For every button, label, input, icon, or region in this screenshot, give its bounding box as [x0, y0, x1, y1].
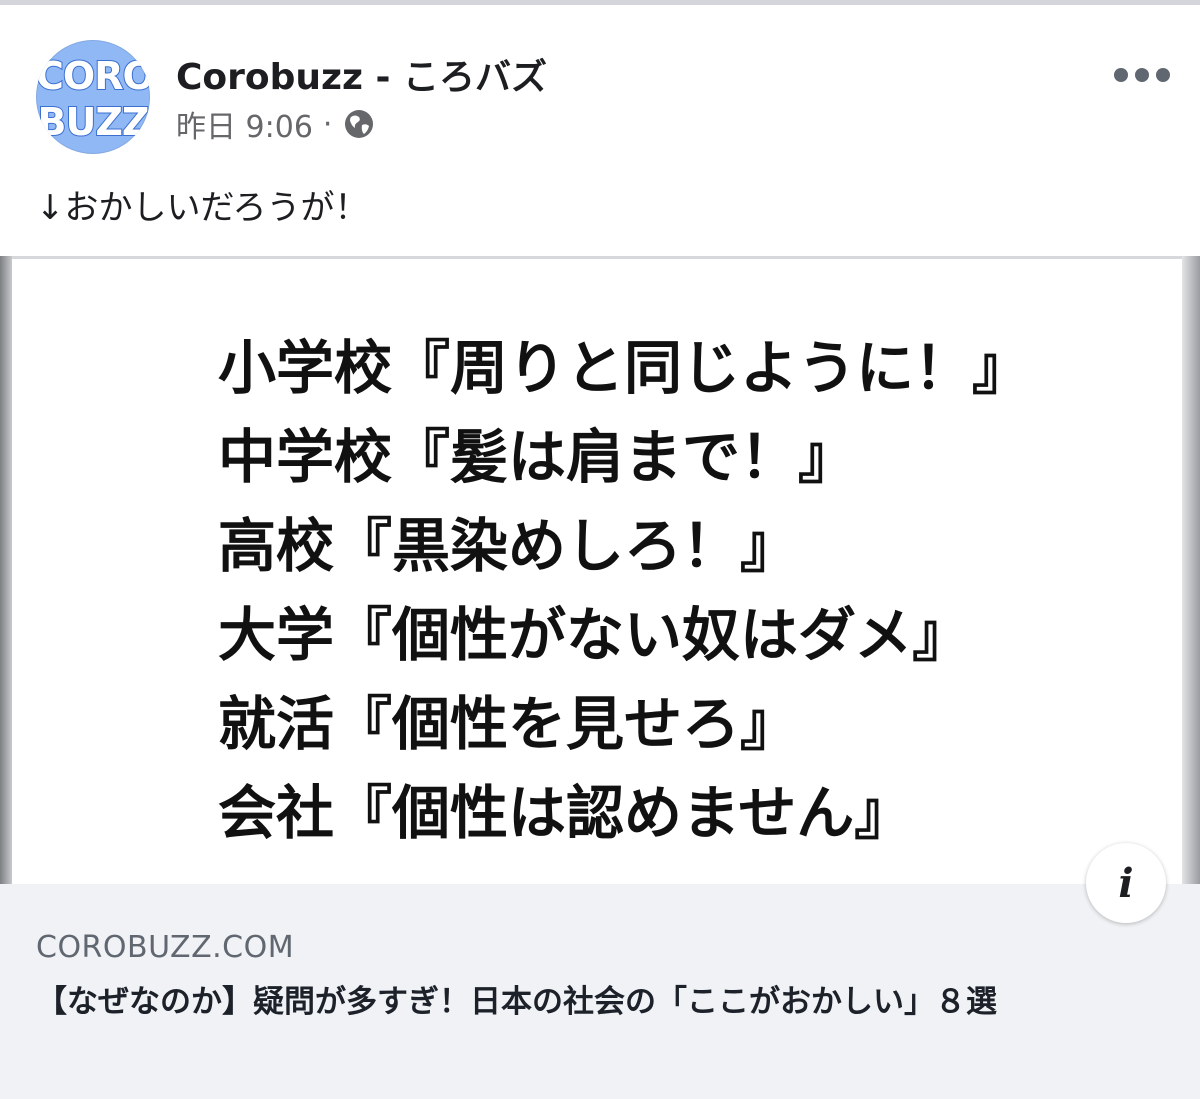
page-name-link[interactable]: Corobuzz - ころバズ — [176, 48, 547, 100]
link-title[interactable]: 【なぜなのか】疑問が多すぎ！日本の社会の「ここがおかしい」８選 — [36, 980, 1156, 1024]
more-dot — [1156, 68, 1170, 82]
image-line-job-hunting: 就活『個性を見せろ』 — [218, 690, 799, 758]
avatar-logo-line-1: CORO — [36, 53, 150, 99]
top-divider — [0, 0, 1200, 5]
more-options-icon[interactable] — [1114, 60, 1170, 90]
avatar-logo-line-2: BUZZ — [37, 99, 150, 145]
image-edge-right — [1182, 256, 1200, 884]
meta-separator: · — [322, 106, 333, 142]
more-dot — [1135, 68, 1149, 82]
image-line-elementary: 小学校『周りと同じように！』 — [218, 334, 1031, 402]
image-edge-left — [0, 256, 12, 884]
image-text-block: 小学校『周りと同じように！』 中学校『髪は肩まで！』 高校『黒染めしろ！』 大学… — [218, 324, 1030, 858]
image-line-company: 会社『個性は認めません』 — [218, 779, 913, 847]
image-line-university: 大学『個性がない奴はダメ』 — [218, 601, 971, 669]
link-preview-image[interactable]: 小学校『周りと同じように！』 中学校『髪は肩まで！』 高校『黒染めしろ！』 大学… — [0, 256, 1200, 884]
more-dot — [1114, 68, 1128, 82]
link-domain: COROBUZZ.COM — [36, 930, 295, 965]
globe-icon[interactable] — [342, 107, 376, 141]
post-timestamp[interactable]: 昨日 9:06 — [176, 102, 313, 146]
post-text: ↓おかしいだろうが！ — [36, 188, 369, 228]
post-meta: 昨日 9:06 · — [176, 102, 376, 146]
image-edge-top — [0, 256, 1200, 259]
info-icon[interactable]: i — [1086, 843, 1166, 923]
image-line-junior-high: 中学校『髪は肩まで！』 — [218, 423, 857, 491]
link-card[interactable]: COROBUZZ.COM 【なぜなのか】疑問が多すぎ！日本の社会の「ここがおかし… — [0, 884, 1200, 1099]
image-line-high-school: 高校『黒染めしろ！』 — [218, 512, 799, 580]
avatar[interactable]: CORO BUZZ — [36, 40, 150, 154]
